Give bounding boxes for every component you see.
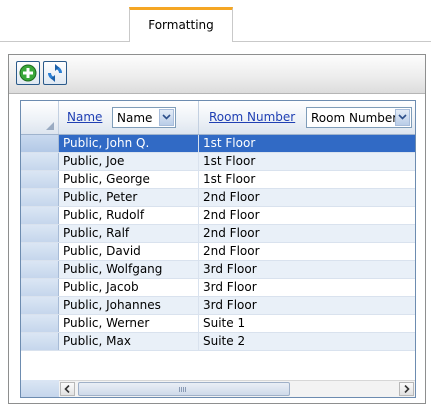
cell-room-number[interactable]: 2nd Floor: [199, 243, 415, 260]
grip-icon: [179, 387, 187, 392]
row-header[interactable]: [21, 171, 59, 188]
tab-strip: Formatting: [0, 0, 431, 42]
table-row[interactable]: Public, Johannes 3rd Floor: [21, 297, 415, 315]
table-row[interactable]: Public, Joe 1st Floor: [21, 153, 415, 171]
row-header[interactable]: [21, 207, 59, 224]
sort-link-name[interactable]: Name: [67, 110, 102, 124]
cell-name[interactable]: Public, Peter: [59, 189, 199, 206]
row-header[interactable]: [21, 297, 59, 314]
cell-name[interactable]: Public, John Q.: [59, 135, 199, 152]
row-header[interactable]: [21, 189, 59, 206]
scroll-thumb[interactable]: [78, 382, 290, 396]
add-button[interactable]: [16, 61, 40, 85]
row-header[interactable]: [21, 261, 59, 278]
table-row[interactable]: Public, Max Suite 2: [21, 333, 415, 351]
refresh-button[interactable]: [43, 61, 67, 85]
data-grid: Name Name Room Number Room Number Public…: [20, 100, 416, 398]
cell-name[interactable]: Public, Ralf: [59, 225, 199, 242]
table-row[interactable]: Public, Wolfgang 3rd Floor: [21, 261, 415, 279]
table-row[interactable]: Public, Werner Suite 1: [21, 315, 415, 333]
cell-name[interactable]: Public, Jacob: [59, 279, 199, 296]
chevron-right-icon: [404, 385, 410, 393]
horizontal-scrollbar[interactable]: [59, 380, 415, 397]
row-header[interactable]: [21, 135, 59, 152]
row-header[interactable]: [21, 315, 59, 332]
scroll-right-button[interactable]: [399, 382, 414, 396]
table-row[interactable]: Public, Rudolf 2nd Floor: [21, 207, 415, 225]
name-filter-select[interactable]: Name: [112, 107, 176, 128]
cell-name[interactable]: Public, Werner: [59, 315, 199, 332]
cell-room-number[interactable]: 2nd Floor: [199, 207, 415, 224]
cell-room-number[interactable]: 2nd Floor: [199, 225, 415, 242]
cell-name[interactable]: Public, Rudolf: [59, 207, 199, 224]
table-row[interactable]: Public, Peter 2nd Floor: [21, 189, 415, 207]
table-row[interactable]: Public, Ralf 2nd Floor: [21, 225, 415, 243]
table-row[interactable]: Public, John Q. 1st Floor: [21, 135, 415, 153]
sort-link-room-number[interactable]: Room Number: [209, 110, 295, 124]
grid-rows: Public, John Q. 1st Floor Public, Joe 1st F…: [21, 135, 415, 351]
formatting-panel: Name Name Room Number Room Number Public…: [8, 54, 426, 404]
scroll-left-button[interactable]: [60, 382, 75, 396]
chevron-down-icon[interactable]: [159, 109, 174, 126]
cell-room-number[interactable]: 3rd Floor: [199, 261, 415, 278]
cell-room-number[interactable]: Suite 1: [199, 315, 415, 332]
cell-name[interactable]: Public, David: [59, 243, 199, 260]
cell-room-number[interactable]: 3rd Floor: [199, 279, 415, 296]
chevron-down-icon[interactable]: [395, 109, 410, 126]
column-header-name: Name Name: [59, 101, 199, 134]
cell-room-number[interactable]: 1st Floor: [199, 153, 415, 170]
room-number-filter-value: Room Number: [311, 111, 398, 125]
row-header[interactable]: [21, 279, 59, 296]
refresh-icon: [48, 64, 62, 82]
chevron-left-icon: [64, 385, 70, 393]
room-number-filter-select[interactable]: Room Number: [306, 107, 412, 128]
cell-name[interactable]: Public, George: [59, 171, 199, 188]
name-filter-value: Name: [117, 111, 153, 125]
cell-name[interactable]: Public, Johannes: [59, 297, 199, 314]
column-header-room-number: Room Number Room Number: [199, 101, 415, 134]
select-all-corner[interactable]: [21, 101, 59, 134]
cell-name[interactable]: Public, Wolfgang: [59, 261, 199, 278]
plus-circle-icon: [19, 64, 37, 82]
toolbar: [9, 55, 425, 94]
scrollbar-corner: [21, 380, 59, 397]
table-row[interactable]: Public, Jacob 3rd Floor: [21, 279, 415, 297]
table-row[interactable]: Public, David 2nd Floor: [21, 243, 415, 261]
cell-name[interactable]: Public, Joe: [59, 153, 199, 170]
grid-header: Name Name Room Number Room Number: [21, 101, 415, 135]
cell-room-number[interactable]: 2nd Floor: [199, 189, 415, 206]
corner-triangle-icon: [46, 122, 54, 130]
row-header[interactable]: [21, 153, 59, 170]
cell-room-number[interactable]: Suite 2: [199, 333, 415, 350]
cell-name[interactable]: Public, Max: [59, 333, 199, 350]
table-row[interactable]: Public, George 1st Floor: [21, 171, 415, 189]
cell-room-number[interactable]: 1st Floor: [199, 135, 415, 152]
tab-formatting[interactable]: Formatting: [129, 7, 233, 42]
row-header[interactable]: [21, 225, 59, 242]
tab-strip-line: [233, 41, 431, 42]
cell-room-number[interactable]: 3rd Floor: [199, 297, 415, 314]
cell-room-number[interactable]: 1st Floor: [199, 171, 415, 188]
tab-strip-line: [0, 41, 129, 42]
row-header[interactable]: [21, 243, 59, 260]
row-header[interactable]: [21, 333, 59, 350]
